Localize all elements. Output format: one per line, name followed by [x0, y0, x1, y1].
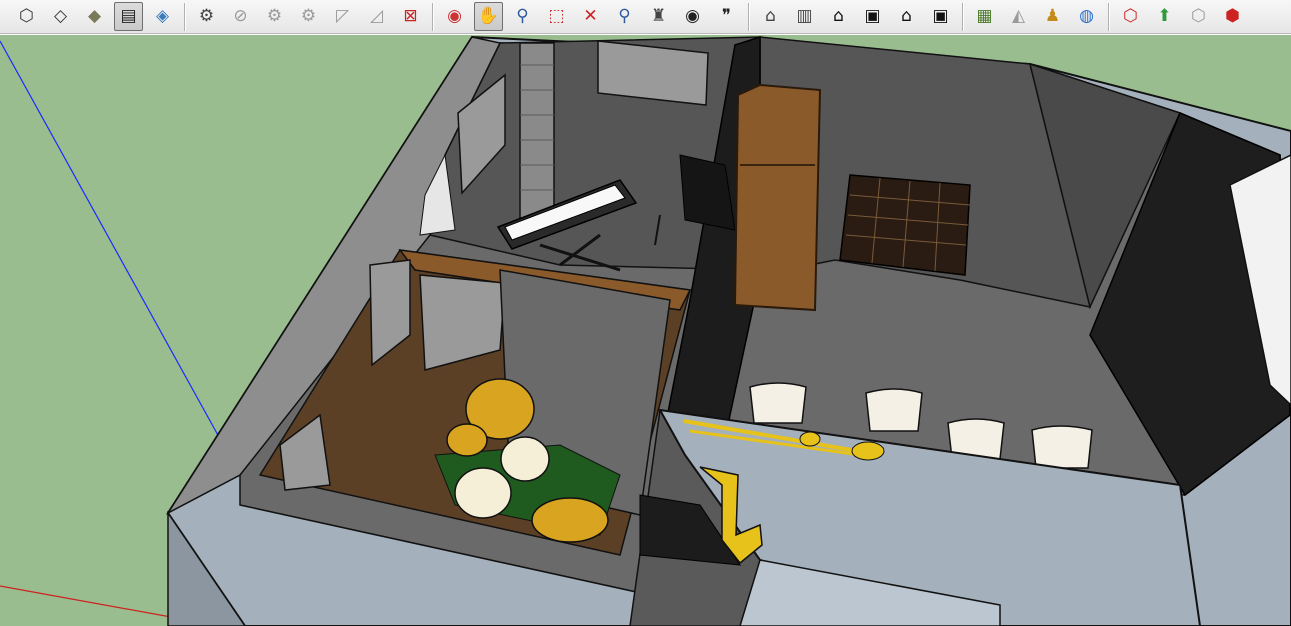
scene-update-button[interactable]: ⚙ — [260, 2, 289, 31]
toolbar-separator — [748, 2, 750, 31]
toolbar: ⬡ ◇ ◆ ▤ ◈ ⚙ ⊘ ⚙ ⚙ ◸ ◿ ⊠ ◉ ✋ ⚲ ⬚ ✕ ⚲ ♜ ◉ ❞ ⌂ ▥ ⌂ ▣ ⌂ ▣ ▦ ◭ ♟ ◍ ⬡ ⬆ ⬡ ⬢ — [0, 0, 1291, 34]
top-view-button[interactable]: ▥ — [790, 2, 819, 31]
back-view-icon: ⌂ — [901, 6, 912, 26]
position-camera-icon: ♜ — [650, 6, 667, 26]
previous-view-button[interactable]: ⚲ — [610, 2, 639, 31]
section-cut-button[interactable]: ◿ — [362, 2, 391, 31]
position-camera-button[interactable]: ♜ — [644, 2, 673, 31]
acoustic-panel-back — [597, 40, 709, 106]
google-earth-icon: ◍ — [1079, 6, 1094, 26]
wireframe-button[interactable]: ◆ — [80, 2, 109, 31]
previous-view-icon: ⚲ — [618, 6, 631, 26]
toolbar-separator — [432, 2, 434, 31]
zoom-extents-icon: ✕ — [583, 6, 598, 26]
back-edges-button[interactable]: ◇ — [46, 2, 75, 31]
scene-settings-icon: ⚙ — [300, 6, 317, 26]
section-plane-button[interactable]: ◸ — [328, 2, 357, 31]
snare-drum — [454, 467, 512, 519]
model-viewport[interactable] — [0, 35, 1291, 626]
orbit-button[interactable]: ◉ — [440, 2, 469, 31]
wooden-cabinet — [733, 83, 822, 312]
zoom-button[interactable]: ⚲ — [508, 2, 537, 31]
place-model-button[interactable]: ♟ — [1038, 2, 1067, 31]
toggle-terrain-icon: ◭ — [1011, 6, 1026, 26]
toolbar-separator — [962, 2, 964, 31]
delete-scene-button[interactable]: ⊘ — [226, 2, 255, 31]
section-plane-icon: ◸ — [335, 6, 350, 26]
walk-button[interactable]: ❞ — [712, 2, 741, 31]
back-edges-icon: ◇ — [53, 6, 68, 26]
pan-button[interactable]: ✋ — [474, 2, 503, 31]
sketchup-window: ⬡ ◇ ◆ ▤ ◈ ⚙ ⊘ ⚙ ⚙ ◸ ◿ ⊠ ◉ ✋ ⚲ ⬚ ✕ ⚲ ♜ ◉ ❞ ⌂ ▥ ⌂ ▣ ⌂ ▣ ▦ ◭ ♟ ◍ ⬡ ⬆ ⬡ ⬢ — [0, 0, 1291, 626]
iso-view-button[interactable]: ⌂ — [756, 2, 785, 31]
add-location-icon: ▦ — [976, 6, 993, 26]
get-models-icon: ⬡ — [1123, 6, 1138, 26]
left-view-icon: ▣ — [932, 6, 949, 26]
share-model-icon: ⬆ — [1157, 6, 1172, 26]
orbit-icon: ◉ — [447, 6, 462, 26]
zoom-window-button[interactable]: ⬚ — [542, 2, 571, 31]
shaded-button[interactable]: ◈ — [148, 2, 177, 31]
back-view-button[interactable]: ⌂ — [892, 2, 921, 31]
chair-4 — [1031, 425, 1093, 469]
pan-icon: ✋ — [477, 6, 500, 26]
hidden-line-icon: ▤ — [120, 6, 137, 26]
add-location-button[interactable]: ▦ — [970, 2, 999, 31]
zoom-window-icon: ⬚ — [548, 6, 565, 26]
hidden-line-button[interactable]: ▤ — [114, 2, 143, 31]
toolbar-separator — [184, 2, 186, 31]
look-around-button[interactable]: ◉ — [678, 2, 707, 31]
get-models-button[interactable]: ⬡ — [1116, 2, 1145, 31]
section-cut-icon: ◿ — [369, 6, 384, 26]
right-view-icon: ▣ — [864, 6, 881, 26]
share-model-button[interactable]: ⬆ — [1150, 2, 1179, 31]
wine-rack — [839, 174, 971, 276]
xray-button[interactable]: ⬡ — [12, 2, 41, 31]
right-view-button[interactable]: ▣ — [858, 2, 887, 31]
toggle-terrain-button[interactable]: ◭ — [1004, 2, 1033, 31]
extension-warehouse-icon: ⬢ — [1225, 6, 1240, 26]
clear-section-icon: ⊠ — [403, 6, 418, 26]
extension-warehouse-button[interactable]: ⬢ — [1218, 2, 1247, 31]
tom-drum — [500, 436, 550, 482]
walk-icon: ❞ — [721, 6, 732, 26]
xray-icon: ⬡ — [19, 6, 34, 26]
top-view-icon: ▥ — [796, 6, 813, 26]
google-earth-button[interactable]: ◍ — [1072, 2, 1101, 31]
zoom-extents-button[interactable]: ✕ — [576, 2, 605, 31]
left-view-button[interactable]: ▣ — [926, 2, 955, 31]
front-view-icon: ⌂ — [833, 6, 844, 26]
studio-model-canvas[interactable] — [0, 35, 1291, 626]
shaded-icon: ◈ — [155, 6, 170, 26]
scene-update-icon: ⚙ — [266, 6, 283, 26]
look-around-icon: ◉ — [685, 6, 700, 26]
crash-cymbal — [446, 423, 488, 457]
wireframe-icon: ◆ — [87, 6, 102, 26]
chair-2 — [865, 388, 923, 432]
add-scene-button[interactable]: ⚙ — [192, 2, 221, 31]
bass-drum — [531, 497, 609, 543]
ventilation-duct — [519, 42, 555, 224]
clear-section-button[interactable]: ⊠ — [396, 2, 425, 31]
scene-settings-button[interactable]: ⚙ — [294, 2, 323, 31]
iso-view-icon: ⌂ — [765, 6, 776, 26]
add-scene-icon: ⚙ — [198, 6, 215, 26]
share-component-icon: ⬡ — [1191, 6, 1206, 26]
zoom-icon: ⚲ — [516, 6, 529, 26]
front-view-button[interactable]: ⌂ — [824, 2, 853, 31]
toolbar-separator — [1108, 2, 1110, 31]
chair-1 — [749, 382, 807, 424]
place-model-icon: ♟ — [1044, 6, 1061, 26]
delete-scene-icon: ⊘ — [233, 6, 248, 26]
share-component-button[interactable]: ⬡ — [1184, 2, 1213, 31]
